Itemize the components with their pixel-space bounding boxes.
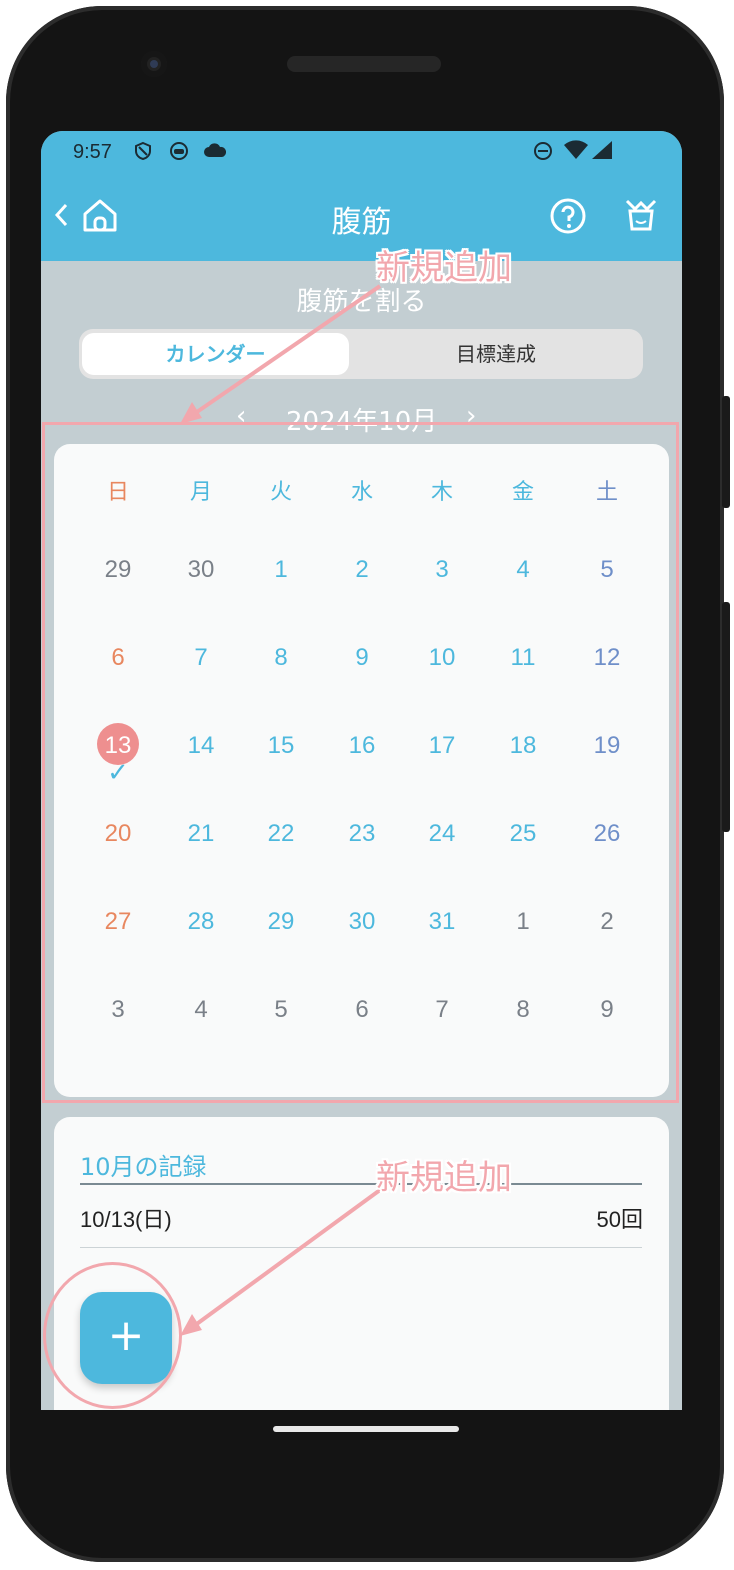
annotation-arrows [180, 284, 382, 1336]
annotation-arrowhead-bottom [180, 1314, 202, 1336]
annotation-label-bottom: 新規追加 [376, 1158, 512, 1198]
annotation-arrow-bottom [192, 1188, 382, 1328]
annotation-arrow-top [192, 284, 382, 416]
annotation-arrowhead-top [180, 402, 202, 424]
annotation-label-top: 新規追加 [376, 248, 512, 288]
